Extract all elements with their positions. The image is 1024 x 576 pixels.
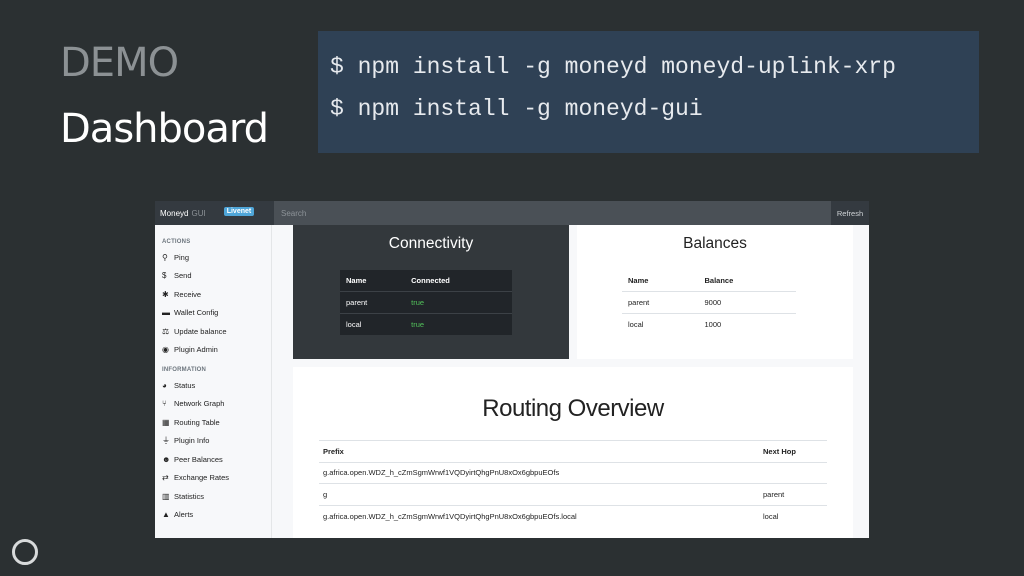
pie-chart-icon: ◕ [162,380,167,390]
brand[interactable]: Moneyd GUI Livenet [155,201,274,225]
table-cell: local [340,312,406,335]
sidebar-item-plugin-admin[interactable]: ◉ Plugin Admin [162,341,271,360]
column-header: Name [346,276,367,285]
panel-title: Balances [683,235,747,252]
sidebar-item-routing-table[interactable]: ▦ Routing Table [162,413,271,432]
sidebar-item-label: Wallet Config [174,308,219,318]
brand-suffix: GUI [191,208,206,218]
table-row: parent 9000 [622,291,796,313]
routing-panel: Routing Overview Prefix Next Hop g.afric… [293,367,853,538]
balance-icon: ⚖ [162,326,170,336]
table-cell: g [319,483,759,505]
table-cell: true [405,312,512,335]
moneyd-gui-screenshot: Moneyd GUI Livenet Search Refresh ACTION… [155,201,869,538]
column-header: Name [622,270,699,292]
sidebar-item-plugin-info[interactable]: ⏚ Plugin Info [162,432,271,451]
main-content: Connectivity Name Connected parent true … [272,225,869,538]
sidebar-item-label: Plugin Info [174,436,210,446]
sidebar-item-network-graph[interactable]: ⑂ Network Graph [162,395,271,414]
branch-icon: ⑂ [162,399,167,409]
table-cell: parent [340,291,406,313]
balances-table: Name Balance parent 9000 local 1000 [622,270,796,335]
table-cell: local [622,312,699,335]
connectivity-panel: Connectivity Name Connected parent true … [293,225,569,359]
wallet-icon: ▬ [162,308,170,318]
sidebar-item-wallet-config[interactable]: ▬ Wallet Config [162,304,271,323]
sidebar-item-label: Exchange Rates [174,473,230,483]
table-cell: local [759,504,827,527]
dollar-icon: $ [162,271,167,281]
code-line: $ npm install -g moneyd moneyd-uplink-xr… [330,54,896,80]
sidebar-item-label: Statistics [174,491,205,501]
column-header: Prefix [319,440,759,463]
brand-name: Moneyd [160,208,189,218]
sidebar-item-status[interactable]: ◕ Status [162,376,271,395]
table-row: parent true [340,291,512,313]
table-cell: g.africa.open.WDZ_h_cZmSgmWrwf1VQDyirtQh… [319,504,759,527]
sidebar-item-peer-balances[interactable]: ☻ Peer Balances [162,450,271,469]
balances-panel: Balances Name Balance parent 9000 local … [577,225,853,359]
table-cell: parent [759,483,827,505]
search-input[interactable]: Search [274,201,831,225]
panel-title: Connectivity [388,235,474,252]
connectivity-table: Name Connected parent true local true [340,270,512,335]
table-row: local 1000 [622,312,796,335]
top-navbar: Moneyd GUI Livenet Search Refresh [155,201,869,225]
table-cell: g.africa.open.WDZ_h_cZmSgmWrwf1VQDyirtQh… [319,461,759,484]
warning-icon: ▲ [162,510,170,520]
logo-ring-icon [12,539,38,565]
table-row: g.africa.open.WDZ_h_cZmSgmWrwf1VQDyirtQh… [319,504,827,527]
routing-table: Prefix Next Hop g.africa.open.WDZ_h_cZmS… [319,440,827,527]
sidebar-heading-actions: ACTIONS [162,239,191,245]
sidebar-heading-information: INFORMATION [162,367,207,373]
exchange-icon: ⇄ [162,473,169,483]
sidebar-item-label: Receive [174,289,202,299]
table-cell: true [405,291,512,313]
users-icon: ☻ [162,454,171,464]
code-block: $ npm install -g moneyd moneyd-uplink-xr… [318,31,979,153]
slide-title-dashboard: Dashboard [60,106,269,152]
table-cell: parent [622,291,699,313]
sidebar-item-receive[interactable]: ✱ Receive [162,285,271,304]
routing-icon: ▦ [162,417,170,427]
sidebar-item-update-balance[interactable]: ⚖ Update balance [162,322,271,341]
network-badge: Livenet [223,206,255,216]
table-cell [759,461,827,484]
sidebar: ACTIONS ⚲ Ping $ Send ✱ Receive ▬ Wallet Config… [155,225,272,538]
table-row: local true [340,312,512,335]
sidebar-item-label: Send [174,271,192,281]
pin-icon: ⚲ [162,252,168,262]
plug-icon: ⏚ [162,436,170,446]
column-header: Connected [411,276,450,285]
refresh-button[interactable]: Refresh [831,201,869,225]
table-cell: 9000 [698,291,796,313]
bar-chart-icon: ▥ [162,491,170,501]
sidebar-item-label: Alerts [174,510,194,520]
panel-title: Routing Overview [482,395,664,422]
code-line: $ npm install -g moneyd-gui [330,96,703,122]
column-header: Next Hop [759,440,827,463]
sidebar-item-statistics[interactable]: ▥ Statistics [162,487,271,506]
sidebar-item-label: Ping [174,252,190,262]
table-row: g parent [319,483,827,505]
sidebar-item-alerts[interactable]: ▲ Alerts [162,506,271,525]
sidebar-item-label: Network Graph [174,399,225,409]
table-cell: 1000 [698,312,796,335]
sidebar-item-label: Routing Table [174,417,220,427]
sidebar-item-label: Peer Balances [174,454,223,464]
table-row: g.africa.open.WDZ_h_cZmSgmWrwf1VQDyirtQh… [319,461,827,484]
column-header: Balance [698,270,796,292]
eye-icon: ◉ [162,345,169,355]
sidebar-item-label: Plugin Admin [174,345,218,355]
sidebar-item-exchange-rates[interactable]: ⇄ Exchange Rates [162,469,271,488]
slide-title-demo: DEMO [60,40,179,86]
sidebar-item-send[interactable]: $ Send [162,267,271,286]
sidebar-item-ping[interactable]: ⚲ Ping [162,248,271,267]
sidebar-item-label: Update balance [174,326,227,336]
receive-icon: ✱ [162,289,169,299]
sidebar-item-label: Status [174,380,196,390]
